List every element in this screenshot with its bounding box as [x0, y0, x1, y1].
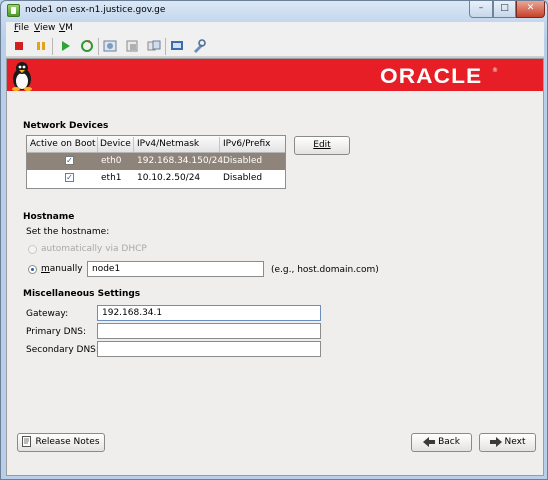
active-on-boot-checkbox[interactable]: ✓	[65, 156, 74, 165]
toolbar	[6, 36, 544, 57]
oracle-logo: ORACLE	[380, 65, 483, 88]
settings-icon[interactable]	[192, 39, 206, 53]
title-bar[interactable]: node1 on esx-n1.justice.gov.ge – □ ✕	[1, 1, 547, 22]
hostname-heading: Hostname	[23, 212, 75, 222]
manual-radio-label: manually	[41, 264, 83, 274]
dhcp-radio[interactable]	[28, 245, 37, 254]
revert-snapshot-icon[interactable]	[125, 39, 139, 53]
vm-console-window: node1 on esx-n1.justice.gov.ge – □ ✕ Fil…	[0, 0, 548, 480]
release-notes-label: Release Notes	[35, 437, 100, 447]
hostname-input[interactable]: node1	[87, 261, 264, 277]
edit-button-label: Edit	[313, 140, 331, 150]
set-hostname-label: Set the hostname:	[26, 227, 110, 237]
menu-view[interactable]: View	[34, 23, 55, 33]
power-on-icon[interactable]	[58, 39, 72, 53]
maximize-button[interactable]: □	[493, 1, 516, 18]
ipv4-cell: 10.10.2.50/24	[137, 173, 201, 183]
table-row[interactable]: ✓ eth1 10.10.2.50/24 Disabled	[27, 170, 285, 187]
document-icon	[22, 436, 32, 447]
back-label: Back	[438, 437, 460, 447]
vsphere-client-icon	[7, 4, 20, 17]
gateway-label: Gateway:	[26, 309, 69, 319]
close-button[interactable]: ✕	[516, 1, 545, 18]
minimize-button[interactable]: –	[469, 1, 493, 18]
registered-mark: ®	[492, 67, 498, 74]
arrow-right-icon	[489, 436, 502, 447]
secondary-dns-input[interactable]	[97, 341, 321, 357]
gateway-input[interactable]: 192.168.34.1	[97, 305, 321, 321]
primary-dns-label: Primary DNS:	[26, 327, 87, 337]
next-label: Next	[504, 437, 526, 447]
device-cell: eth0	[101, 156, 122, 166]
snapshot-manager-icon[interactable]	[147, 39, 161, 53]
misc-settings-heading: Miscellaneous Settings	[23, 289, 141, 299]
next-button[interactable]: Next	[479, 433, 536, 452]
primary-dns-input[interactable]	[97, 323, 321, 339]
installer-screen: ORACLE ® Network Devices Active on Boot …	[6, 58, 544, 476]
secondary-dns-label: Secondary DNS:	[26, 345, 99, 355]
table-row[interactable]: ✓ eth0 192.168.34.150/24 Disabled	[27, 153, 285, 170]
edit-button[interactable]: Edit	[294, 136, 350, 155]
menu-file[interactable]: File	[14, 23, 29, 33]
ipv6-cell: Disabled	[223, 173, 263, 183]
tux-penguin-icon	[12, 62, 32, 91]
snapshot-icon[interactable]	[103, 39, 117, 53]
toolbar-separator	[165, 38, 166, 55]
release-notes-button[interactable]: Release Notes	[17, 433, 105, 452]
pause-icon[interactable]	[34, 39, 48, 53]
column-header[interactable]: IPv4/Netmask	[137, 139, 199, 149]
column-header[interactable]: Active on Boot	[30, 139, 96, 149]
console-icon[interactable]	[170, 39, 184, 53]
back-button[interactable]: Back	[411, 433, 472, 452]
column-divider	[97, 137, 98, 152]
ipv6-cell: Disabled	[223, 156, 263, 166]
network-devices-table: Active on Boot Device IPv4/Netmask IPv6/…	[26, 135, 286, 189]
toolbar-separator	[98, 38, 99, 55]
active-on-boot-checkbox[interactable]: ✓	[65, 173, 74, 182]
toolbar-separator	[52, 38, 53, 55]
oracle-banner: ORACLE ®	[7, 59, 543, 91]
reset-icon[interactable]	[80, 39, 94, 53]
column-divider	[219, 137, 220, 152]
arrow-left-icon	[423, 436, 436, 447]
window-title: node1 on esx-n1.justice.gov.ge	[25, 5, 166, 15]
ipv4-cell: 192.168.34.150/24	[137, 156, 224, 166]
hostname-example: (e.g., host.domain.com)	[271, 265, 379, 275]
device-cell: eth1	[101, 173, 122, 183]
network-devices-heading: Network Devices	[23, 121, 109, 131]
table-header: Active on Boot Device IPv4/Netmask IPv6/…	[27, 136, 285, 153]
column-header[interactable]: Device	[100, 139, 131, 149]
column-header[interactable]: IPv6/Prefix	[223, 139, 270, 149]
dhcp-radio-label: automatically via DHCP	[41, 244, 147, 254]
power-off-icon[interactable]	[12, 39, 26, 53]
menu-vm[interactable]: VM	[59, 23, 73, 33]
column-divider	[133, 137, 134, 152]
manual-radio[interactable]	[28, 265, 37, 274]
menu-bar: File View VM	[6, 22, 544, 36]
